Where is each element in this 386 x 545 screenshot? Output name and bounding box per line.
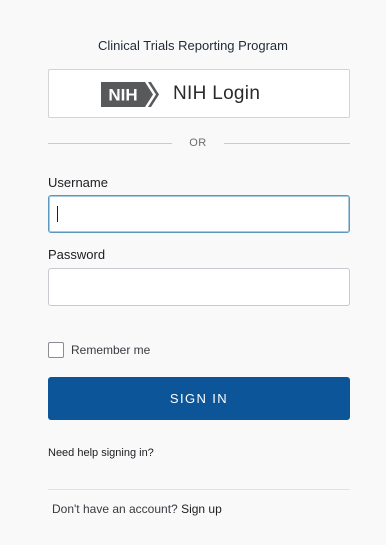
separator-line-right [224,143,350,144]
text-cursor [57,206,58,222]
no-account-text: Don't have an account? [52,502,178,516]
separator-line-left [48,143,172,144]
remember-me-label[interactable]: Remember me [71,343,150,357]
username-label: Username [48,175,108,190]
help-signing-in-link[interactable]: Need help signing in? [48,447,154,459]
nih-login-label: NIH Login [173,83,261,104]
nih-logo-icon: NIH [101,82,159,107]
password-input[interactable] [48,268,350,306]
signup-row: Don't have an account? Sign up [52,502,222,516]
sign-up-link[interactable]: Sign up [181,502,222,516]
login-card: Clinical Trials Reporting Program NIH NI… [0,0,386,545]
program-title: Clinical Trials Reporting Program [97,38,288,53]
username-input[interactable] [48,195,350,233]
footer-divider [48,489,350,490]
password-label: Password [48,247,106,262]
separator-text: OR [189,137,207,149]
nih-login-button[interactable]: NIH NIH Login [48,69,350,118]
sign-in-button[interactable]: SIGN IN [48,377,350,420]
remember-me-checkbox[interactable] [48,342,64,358]
remember-me-control[interactable]: Remember me [48,342,150,358]
nih-logo-text: NIH [108,86,137,105]
